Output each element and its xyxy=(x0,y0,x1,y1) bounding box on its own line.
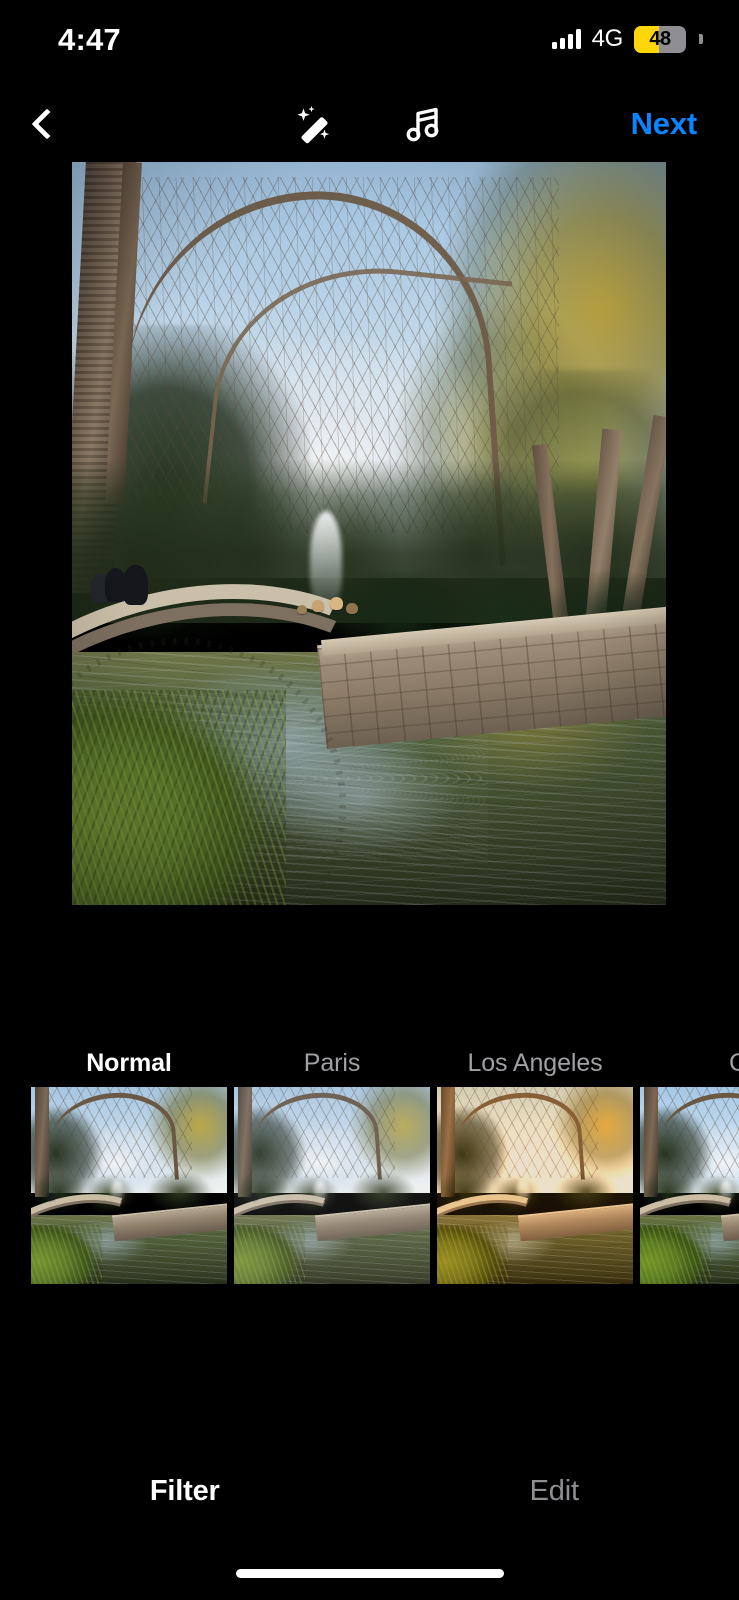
filter-item-partial[interactable]: C xyxy=(640,1040,739,1284)
filter-thumbnail[interactable] xyxy=(234,1087,430,1284)
next-button[interactable]: Next xyxy=(631,106,698,142)
tab-edit[interactable]: Edit xyxy=(370,1475,739,1508)
photo-duck xyxy=(329,597,344,611)
filter-label: Paris xyxy=(303,1049,361,1077)
photo-duck xyxy=(346,602,359,614)
filter-thumbnail[interactable] xyxy=(437,1087,633,1284)
filter-thumbnail-image xyxy=(234,1087,430,1284)
home-indicator[interactable] xyxy=(235,1569,504,1578)
status-bar: 4:47 4G 48 xyxy=(0,0,739,78)
network-type-label: 4G xyxy=(591,25,624,52)
filter-thumbnail-image xyxy=(640,1087,739,1284)
filter-item-normal[interactable]: Normal xyxy=(31,1040,227,1284)
filter-item-los-angeles[interactable]: Los Angeles xyxy=(437,1040,633,1284)
status-indicators: 4G 48 xyxy=(551,25,703,53)
music-button[interactable] xyxy=(393,93,455,155)
nav-tool-group xyxy=(0,93,739,155)
magic-wand-button[interactable] xyxy=(285,93,347,155)
photo-preview[interactable] xyxy=(72,162,666,905)
battery-level-label: 48 xyxy=(649,28,671,50)
tab-filter[interactable]: Filter xyxy=(0,1475,370,1508)
filter-label: Los Angeles xyxy=(467,1049,603,1077)
photo-image xyxy=(72,162,666,905)
filter-row: Normal Paris Los Angeles C xyxy=(31,1040,739,1284)
music-note-icon xyxy=(406,107,438,142)
filter-thumbnail[interactable] xyxy=(640,1087,739,1284)
magic-wand-icon xyxy=(296,106,329,144)
filter-item-paris[interactable]: Paris xyxy=(234,1040,430,1284)
cellular-signal-icon xyxy=(551,29,581,49)
photo-duck xyxy=(311,600,324,612)
battery-icon: 48 xyxy=(634,25,686,53)
battery-cap xyxy=(699,34,703,44)
filter-thumbnail[interactable] xyxy=(31,1087,227,1284)
status-time: 4:47 xyxy=(58,21,121,57)
filter-label: C xyxy=(729,1049,739,1077)
filter-thumbnail-image xyxy=(437,1087,633,1284)
filter-thumbnail-image xyxy=(31,1087,227,1284)
bottom-tab-bar: Filter Edit xyxy=(0,1475,739,1508)
photo-person xyxy=(123,564,149,605)
filter-carousel[interactable]: Normal Paris Los Angeles C xyxy=(0,1040,739,1290)
nav-bar: Next xyxy=(0,86,739,162)
filter-label: Normal xyxy=(86,1049,172,1077)
